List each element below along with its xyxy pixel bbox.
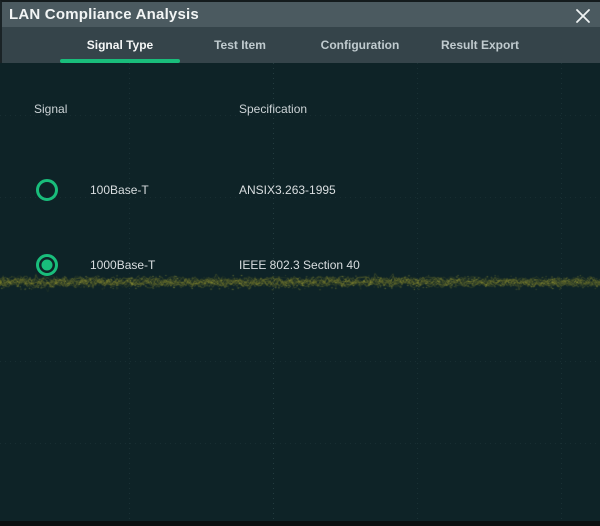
- graticule-hline: [0, 443, 600, 444]
- graticule-hline: [0, 361, 600, 362]
- column-header-signal: Signal: [34, 102, 67, 116]
- specification-label: ANSIX3.263-1995: [239, 183, 336, 197]
- close-icon: [575, 8, 591, 24]
- tab-signal-type[interactable]: Signal Type: [60, 27, 180, 63]
- signal-row-100base-t[interactable]: 100Base-T ANSIX3.263-1995: [0, 168, 600, 212]
- close-button[interactable]: [572, 5, 594, 27]
- signal-label: 100Base-T: [90, 183, 149, 197]
- tab-bar: Signal Type Test Item Configuration Resu…: [0, 27, 600, 63]
- radio-button-100base-t[interactable]: [36, 179, 58, 201]
- lan-compliance-dialog: { "window": { "title": "LAN Compliance A…: [0, 0, 600, 526]
- waveform-trace: [0, 265, 600, 299]
- tab-test-item[interactable]: Test Item: [180, 27, 300, 63]
- screen-bottom-edge: [0, 521, 600, 526]
- dialog-title: LAN Compliance Analysis: [9, 2, 199, 27]
- tab-result-export[interactable]: Result Export: [420, 27, 540, 63]
- tab-configuration[interactable]: Configuration: [300, 27, 420, 63]
- column-header-specification: Specification: [239, 102, 307, 116]
- content-area: Signal Specification 100Base-T ANSIX3.26…: [0, 63, 600, 521]
- dialog-titlebar: LAN Compliance Analysis: [0, 0, 600, 27]
